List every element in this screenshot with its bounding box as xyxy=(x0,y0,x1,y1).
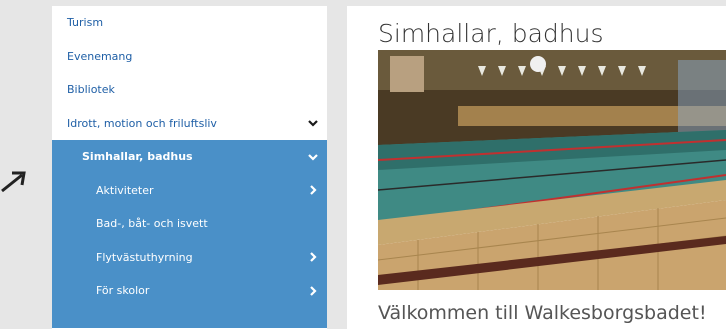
sidebar-item-next[interactable] xyxy=(52,308,327,328)
sidebar-item-label: Aktiviteter xyxy=(96,183,154,197)
sidebar-item-label: Idrott, motion och friluftsliv xyxy=(67,116,217,130)
sidebar-item-label: Bibliotek xyxy=(67,83,115,97)
pointer-arrow-icon xyxy=(1,171,26,193)
page-title: Simhallar, badhus xyxy=(378,19,604,48)
sidebar-item-bad-bat-isvett[interactable]: Bad-, båt- och isvett xyxy=(52,207,327,241)
sidebar-item-label: Turism xyxy=(67,16,104,30)
sidebar-item-label: Flytvästuthyrning xyxy=(96,250,193,264)
sidebar-item-label: Simhallar, badhus xyxy=(82,150,193,164)
sidebar-item-aktiviteter[interactable]: Aktiviteter xyxy=(52,174,327,208)
sidebar-item-label: Evenemang xyxy=(67,49,133,63)
sidebar-nav: Turism Evenemang Bibliotek Idrott, motio… xyxy=(52,6,327,329)
main-content: Simhallar, badhus Välkommen till Walkesb… xyxy=(347,6,726,329)
sidebar-item-label: Bad-, båt- och isvett xyxy=(96,217,208,231)
chevron-right-icon[interactable] xyxy=(307,251,319,263)
swimming-pool-photo xyxy=(378,50,726,290)
sidebar-item-for-skolor[interactable]: För skolor xyxy=(52,274,327,308)
sidebar-item-evenemang[interactable]: Evenemang xyxy=(52,40,327,74)
sidebar-item-turism[interactable]: Turism xyxy=(52,6,327,40)
sidebar-item-simhallar[interactable]: Simhallar, badhus xyxy=(52,140,327,174)
chevron-right-icon[interactable] xyxy=(307,184,319,196)
sidebar-item-idrott[interactable]: Idrott, motion och friluftsliv xyxy=(52,107,327,141)
sidebar-item-flytvastuthyrning[interactable]: Flytvästuthyrning xyxy=(52,241,327,275)
sidebar-item-bibliotek[interactable]: Bibliotek xyxy=(52,73,327,107)
chevron-down-icon[interactable] xyxy=(307,117,319,129)
sidebar-item-label: För skolor xyxy=(96,284,150,298)
welcome-heading: Välkommen till Walkesborgsbadet! xyxy=(378,302,707,324)
chevron-down-icon[interactable] xyxy=(307,151,319,163)
submenu-simhallar: Simhallar, badhus Aktiviteter Bad-, båt-… xyxy=(52,140,327,328)
chevron-right-icon[interactable] xyxy=(307,285,319,297)
